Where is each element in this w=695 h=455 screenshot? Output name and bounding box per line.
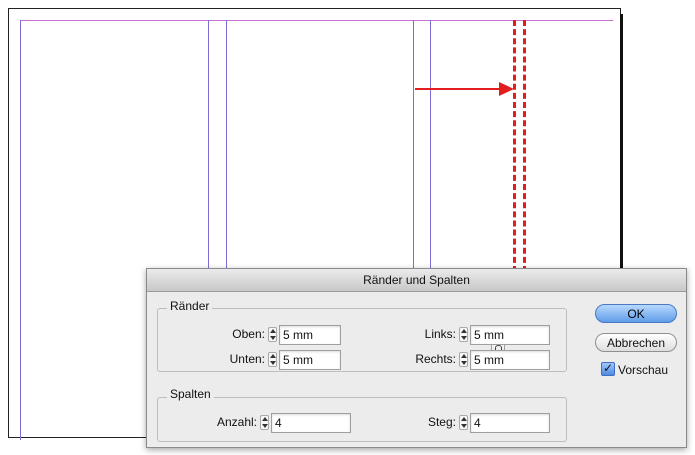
preview-label: Vorschau [618, 363, 669, 377]
top-stepper[interactable] [268, 327, 277, 342]
right-margin-field[interactable]: 5 mm [470, 350, 550, 370]
ok-button[interactable]: OK [595, 304, 677, 323]
left-label: Links: [424, 327, 456, 341]
dialog-title[interactable]: Ränder und Spalten [147, 269, 686, 292]
gutter-field[interactable]: 4 [470, 413, 550, 433]
margins-and-columns-dialog: Ränder und Spalten Ränder Oben: 5 mm Unt… [146, 268, 687, 448]
columns-group-label: Spalten [167, 387, 214, 401]
preview-checkbox[interactable] [601, 360, 615, 376]
annotation-arrow [415, 88, 499, 90]
top-label: Oben: [232, 327, 265, 341]
bottom-margin-field[interactable]: 5 mm [279, 350, 341, 370]
gutter-label: Steg: [427, 415, 456, 429]
column-guide-left-margin [20, 20, 21, 440]
margins-group-label: Ränder [167, 299, 213, 313]
column-count-field[interactable]: 4 [271, 413, 351, 433]
red-dashed-guide-right [523, 20, 526, 272]
top-margin-field[interactable]: 5 mm [279, 325, 341, 345]
arrow-head-icon [499, 82, 514, 96]
left-stepper[interactable] [459, 327, 468, 342]
bottom-stepper[interactable] [268, 352, 277, 367]
right-label: Rechts: [415, 352, 456, 366]
column-count-stepper[interactable] [260, 415, 269, 430]
bottom-label: Unten: [229, 352, 265, 366]
gutter-stepper[interactable] [459, 415, 468, 430]
column-count-label: Anzahl: [216, 415, 257, 429]
cancel-button[interactable]: Abbrechen [595, 333, 677, 352]
red-dashed-guide-left [513, 20, 516, 272]
left-margin-field[interactable]: 5 mm [470, 325, 550, 345]
preview-checkbox-row[interactable]: Vorschau [601, 360, 669, 378]
right-stepper[interactable] [459, 352, 468, 367]
